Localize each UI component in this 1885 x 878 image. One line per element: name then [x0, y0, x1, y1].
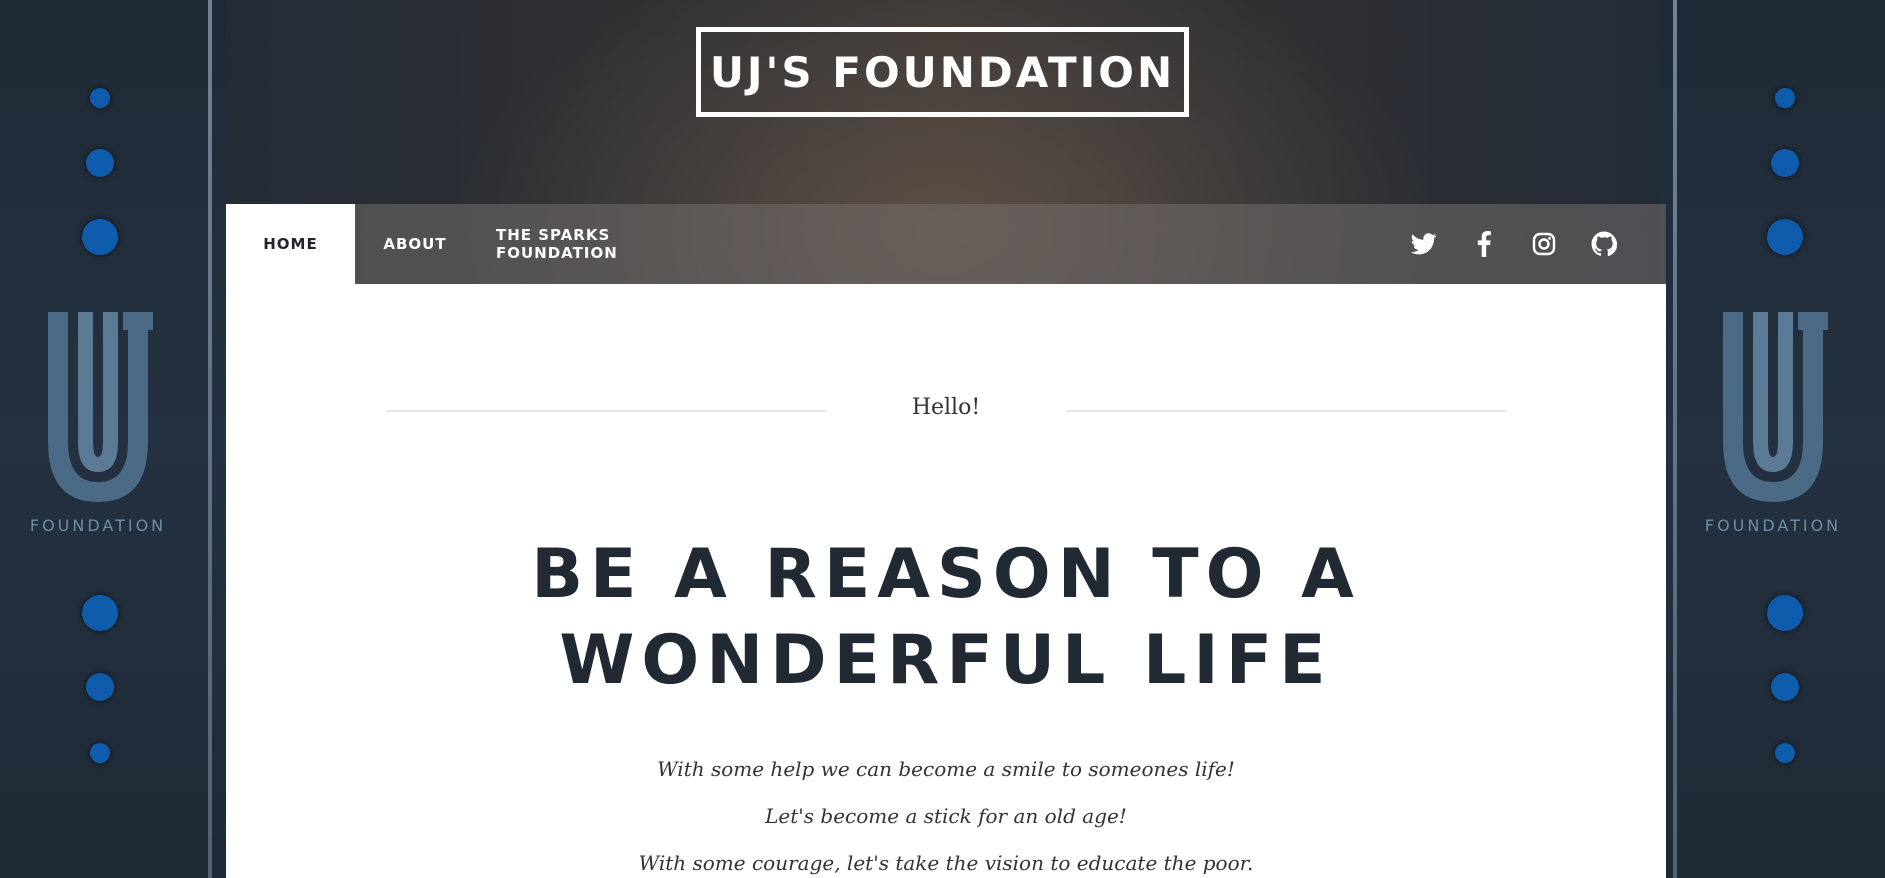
facebook-link[interactable]	[1464, 204, 1504, 284]
twitter-icon	[1411, 233, 1437, 255]
instagram-icon	[1532, 232, 1556, 256]
github-icon	[1591, 231, 1617, 257]
uj-logo-icon	[1723, 312, 1828, 502]
hero-heading: BE A REASON TO A WONDERFUL LIFE	[396, 532, 1496, 704]
facebook-icon	[1477, 231, 1491, 257]
logo-label: FOUNDATION	[1704, 516, 1842, 535]
github-link[interactable]	[1584, 204, 1624, 284]
tagline-list: With some help we can become a smile to …	[396, 754, 1496, 878]
decor-dot	[1767, 219, 1803, 255]
nav-item-about[interactable]: ABOUT	[355, 204, 475, 284]
decor-dot	[82, 219, 118, 255]
main-content: Hello! BE A REASON TO A WONDERFUL LIFE W…	[226, 284, 1666, 878]
tagline: With some help we can become a smile to …	[657, 757, 1235, 781]
divider-line	[1066, 410, 1506, 412]
hero-heading-line: BE A REASON TO A	[531, 535, 1361, 614]
hero-heading-line: WONDERFUL LIFE	[559, 621, 1333, 700]
tagline: Let's become a stick for an old age!	[765, 804, 1127, 828]
foundation-logo: FOUNDATION	[1703, 312, 1843, 535]
decor-dot	[90, 88, 110, 108]
nav-item-sparks-foundation[interactable]: THE SPARKS FOUNDATION	[496, 204, 736, 284]
instagram-link[interactable]	[1524, 204, 1564, 284]
decor-dot	[1767, 595, 1803, 631]
ornament-line	[208, 0, 212, 878]
decor-dot	[86, 673, 114, 701]
decor-dot	[82, 595, 118, 631]
decor-dot	[1775, 88, 1795, 108]
left-decor-panel: FOUNDATION	[0, 0, 226, 878]
decor-dot	[86, 149, 114, 177]
nav-item-home[interactable]: HOME	[226, 204, 355, 284]
main-navbar: HOME ABOUT THE SPARKS FOUNDATION	[226, 204, 1666, 284]
decor-dot	[1771, 673, 1799, 701]
decor-dot	[1775, 743, 1795, 763]
ornament-line	[1673, 0, 1677, 878]
decor-dot	[1771, 149, 1799, 177]
foundation-logo: FOUNDATION	[28, 312, 168, 535]
twitter-link[interactable]	[1404, 204, 1444, 284]
divider-line	[386, 410, 826, 412]
decor-dot	[90, 743, 110, 763]
logo-label: FOUNDATION	[29, 516, 167, 535]
greeting-text: Hello!	[911, 395, 981, 420]
site-title[interactable]: UJ'S FOUNDATION	[696, 27, 1189, 117]
tagline: With some courage, let's take the vision…	[638, 851, 1254, 875]
uj-logo-icon	[48, 312, 153, 502]
right-decor-panel: FOUNDATION	[1659, 0, 1885, 878]
